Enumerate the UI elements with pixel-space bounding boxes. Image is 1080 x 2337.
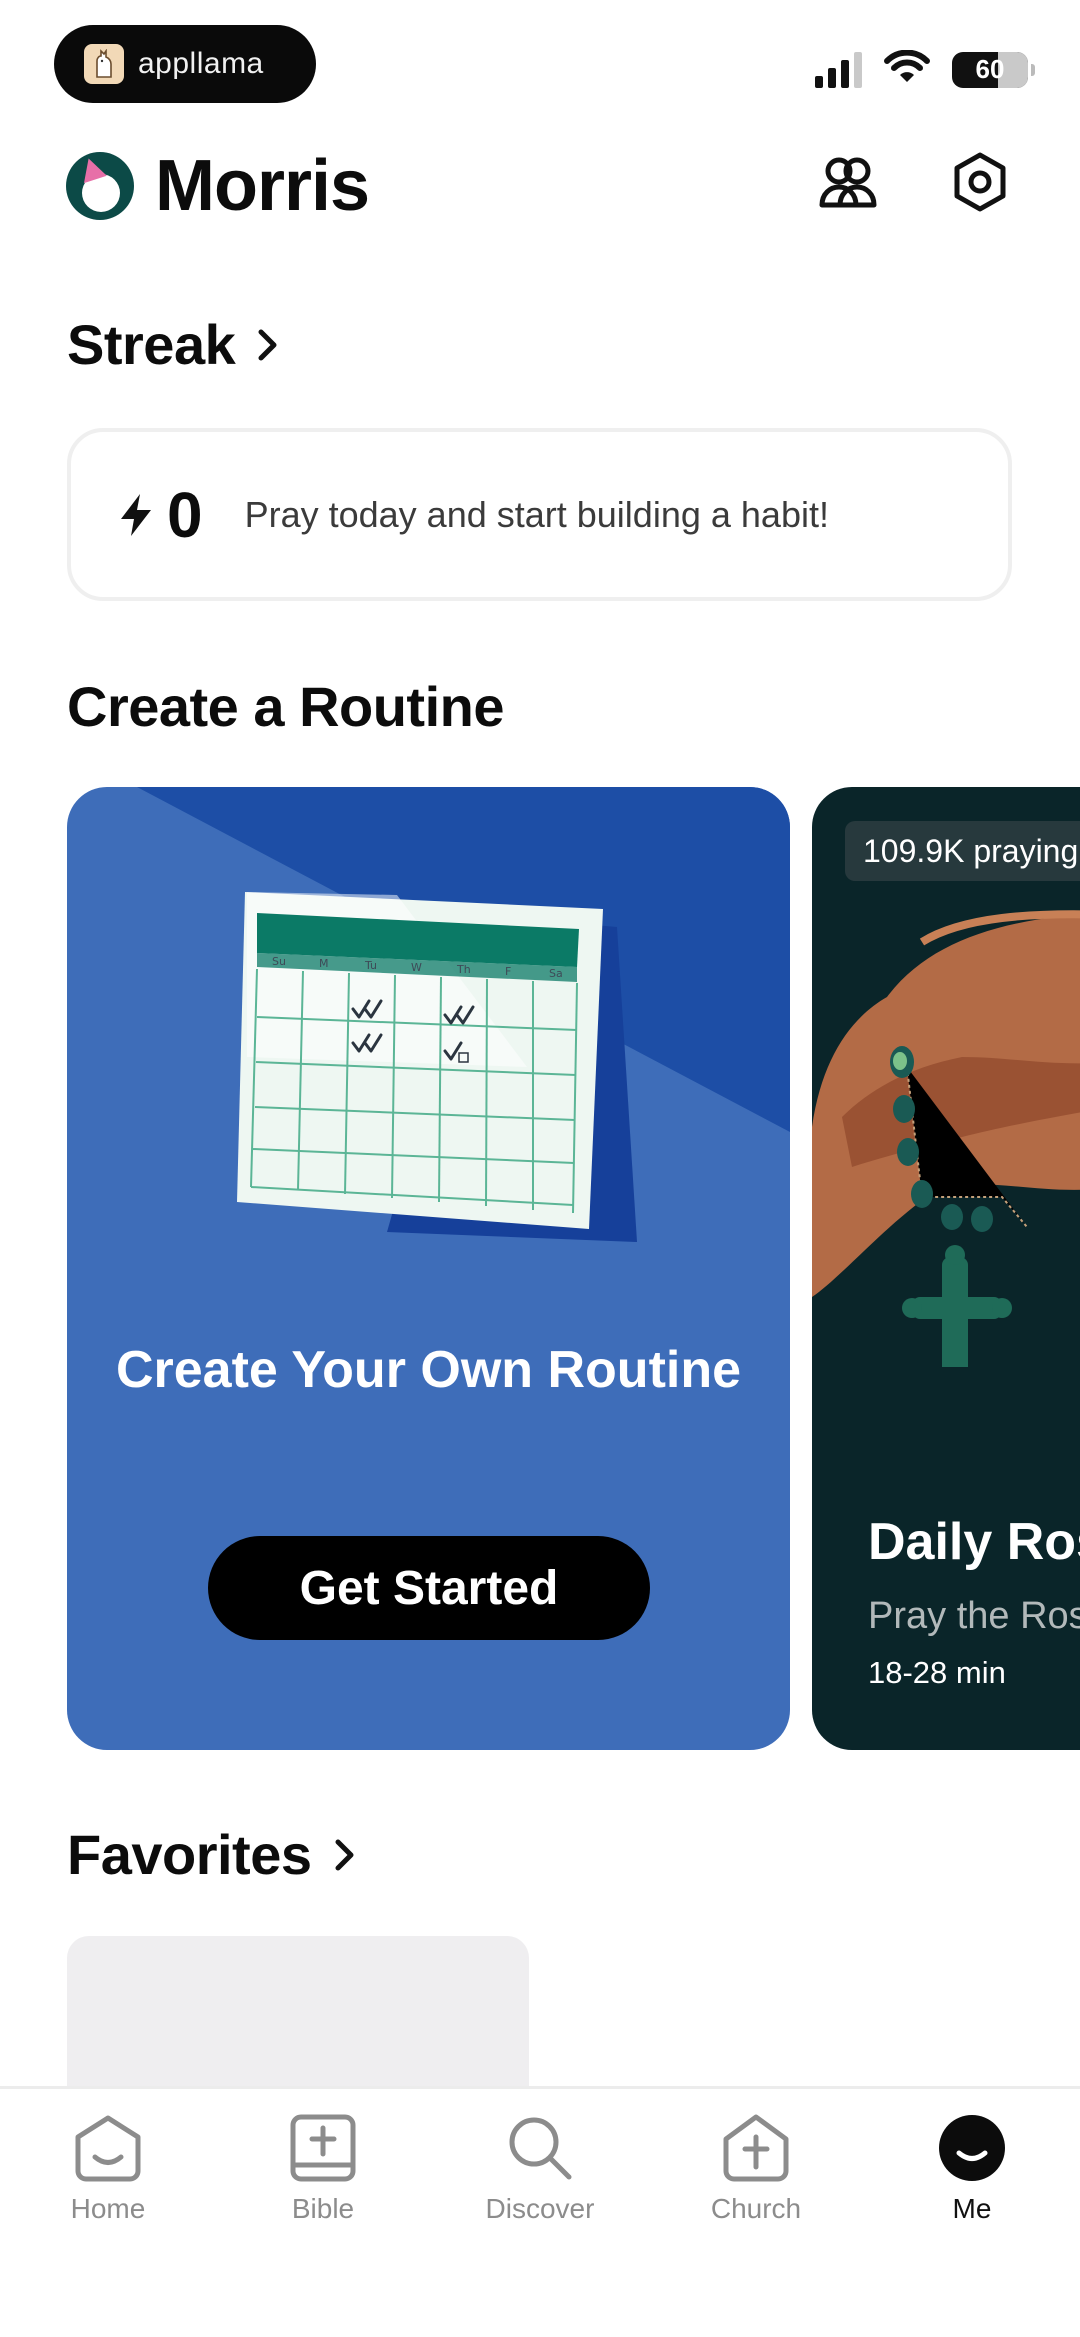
favorite-item-card[interactable] xyxy=(67,1936,529,2086)
favorites-title: Favorites xyxy=(67,1823,312,1886)
streak-title: Streak xyxy=(67,313,236,376)
search-icon xyxy=(509,2117,572,2180)
settings-icon[interactable] xyxy=(948,150,1012,214)
tab-home[interactable]: Home xyxy=(38,2113,178,2225)
get-started-button[interactable]: Get Started xyxy=(208,1536,650,1640)
tab-discover[interactable]: Discover xyxy=(470,2113,610,2225)
praying-count-badge: 109.9K praying d xyxy=(845,821,1080,881)
rosary-title: Daily Ros xyxy=(868,1513,1080,1571)
tab-me[interactable]: Me xyxy=(902,2113,1042,2225)
llama-logo-icon xyxy=(84,44,124,84)
friends-icon[interactable] xyxy=(816,150,880,214)
tab-bible[interactable]: Bible xyxy=(253,2113,393,2225)
cellular-signal-icon xyxy=(815,51,862,88)
app-pill[interactable]: appllama xyxy=(54,25,316,103)
calendar-day-su: Su xyxy=(272,955,286,968)
create-routine-card[interactable]: Su M Tu W Th F Sa Create Your Own Routin… xyxy=(67,787,790,1750)
tab-bible-label: Bible xyxy=(291,2193,355,2224)
streak-header[interactable]: Streak xyxy=(67,312,279,377)
tab-me-label: Me xyxy=(952,2193,992,2224)
battery-icon: 60 xyxy=(952,51,1035,88)
lightning-icon xyxy=(121,493,151,536)
rosary-subtitle: Pray the Ros xyxy=(868,1595,1080,1637)
tab-discover-label: Discover xyxy=(485,2193,595,2224)
calendar-day-w: W xyxy=(411,961,422,974)
routine-header: Create a Routine xyxy=(67,674,505,739)
tab-church[interactable]: Church xyxy=(686,2113,826,2225)
calendar-day-f: F xyxy=(505,965,511,978)
calendar-day-tu: Tu xyxy=(364,959,377,972)
calendar-illustration: Su M Tu W Th F Sa xyxy=(237,892,637,1242)
rosary-duration: 18-28 min xyxy=(868,1655,1006,1690)
streak-message: Pray today and start building a habit! xyxy=(244,493,829,535)
avatar[interactable] xyxy=(66,152,134,220)
daily-rosary-card[interactable]: 109.9K praying d Daily Ros Pray the Ros … xyxy=(812,787,1080,1750)
church-icon xyxy=(723,2114,789,2182)
streak-count: 0 xyxy=(167,478,203,551)
create-routine-title: Create Your Own Routine xyxy=(115,1341,742,1399)
chevron-right-icon xyxy=(335,1839,353,1870)
chevron-right-icon xyxy=(258,329,277,360)
tab-church-label: Church xyxy=(710,2193,802,2224)
app-pill-label: appllama xyxy=(138,47,264,80)
streak-card[interactable]: 0 Pray today and start building a habit! xyxy=(67,428,1012,601)
wifi-icon xyxy=(884,49,930,89)
user-name: Morris xyxy=(155,146,370,226)
profile-icon xyxy=(939,2115,1005,2181)
favorites-header[interactable]: Favorites xyxy=(67,1822,356,1887)
rosary-illustration xyxy=(812,910,1080,1367)
calendar-day-sa: Sa xyxy=(549,967,563,980)
tab-home-label: Home xyxy=(70,2193,146,2224)
routine-title: Create a Routine xyxy=(67,675,505,738)
battery-level: 60 xyxy=(975,54,1005,84)
home-icon xyxy=(75,2115,141,2182)
calendar-day-m: M xyxy=(319,957,329,970)
tab-bar: Home Bible Discover Church Me xyxy=(0,2086,1080,2337)
calendar-day-th: Th xyxy=(456,963,471,976)
bible-icon xyxy=(290,2114,356,2182)
